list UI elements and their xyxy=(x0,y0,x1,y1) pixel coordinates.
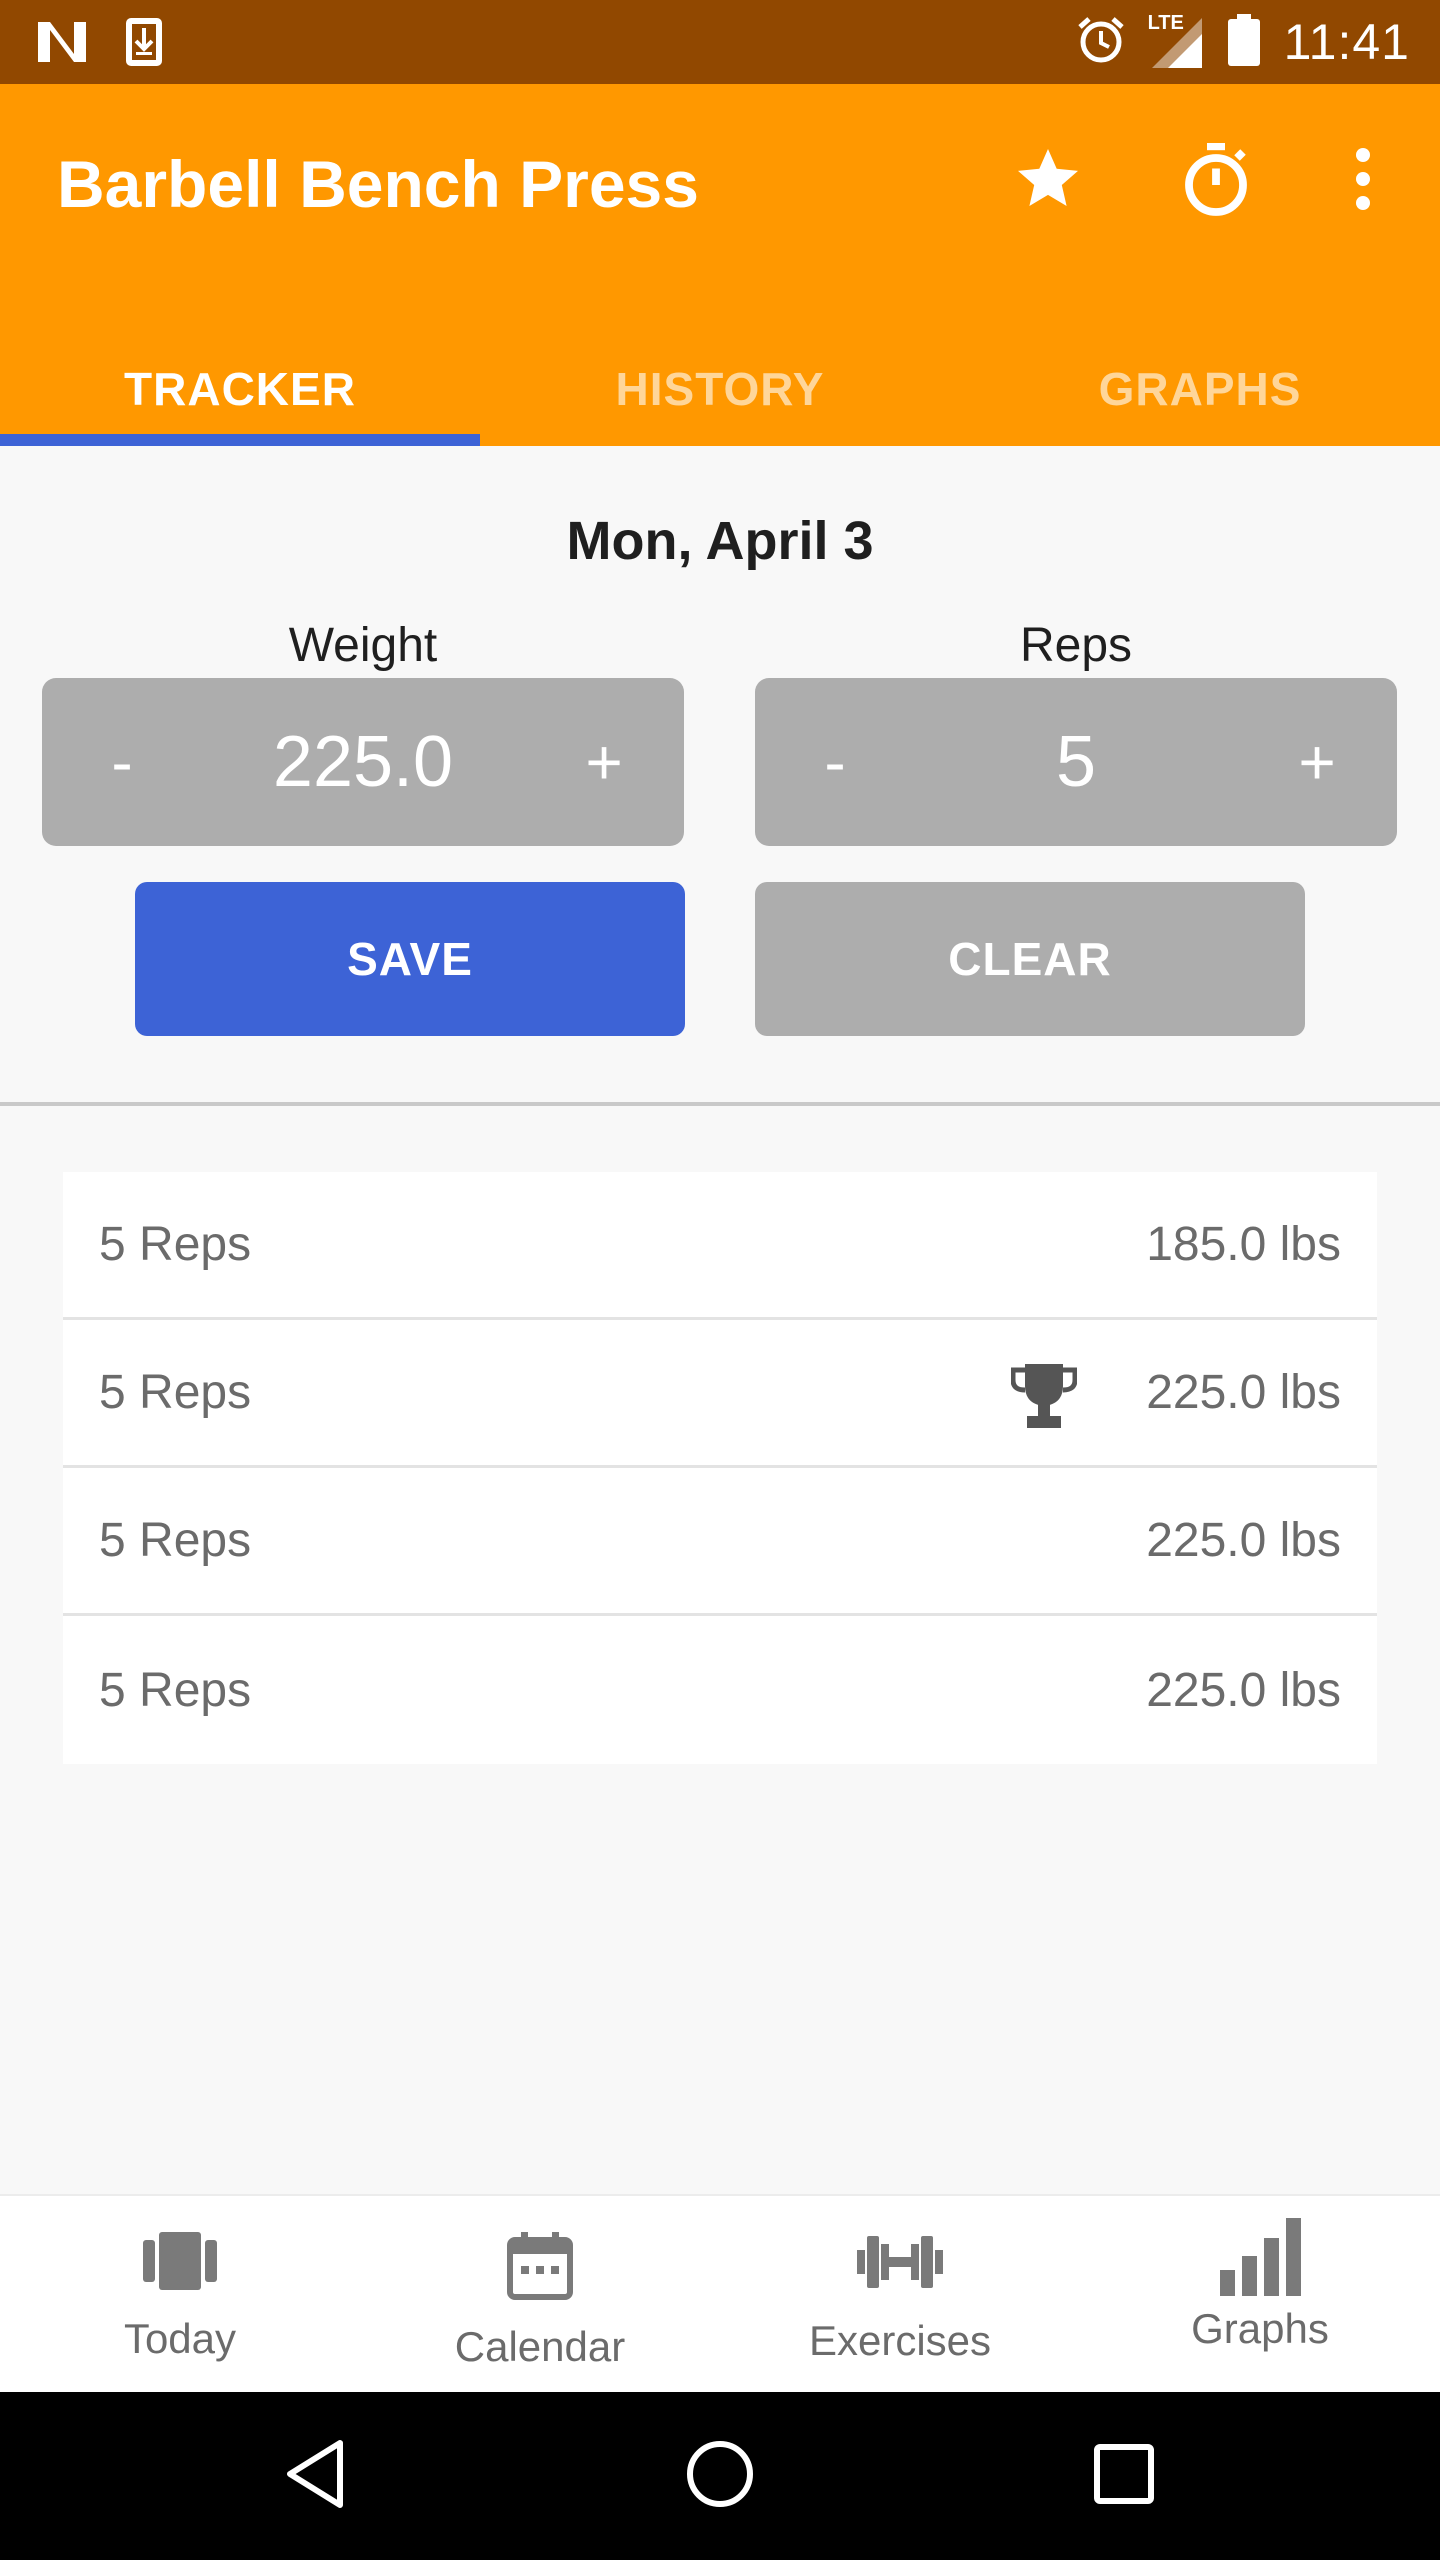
clear-button[interactable]: CLEAR xyxy=(755,882,1305,1036)
set-reps: 5 Reps xyxy=(99,1366,252,1419)
nav-item-calendar[interactable]: Calendar xyxy=(360,2196,720,2392)
nav-item-today[interactable]: Today xyxy=(0,2196,360,2392)
list-item[interactable]: 5 Reps 225.0 lbs xyxy=(63,1468,1377,1616)
tab-history[interactable]: HISTORY xyxy=(480,334,960,446)
more-vert-icon xyxy=(1353,147,1373,216)
recents-icon xyxy=(1093,2443,1155,2510)
save-button[interactable]: SAVE xyxy=(135,882,685,1036)
weight-decrement-button[interactable]: - xyxy=(42,678,202,846)
timer-button[interactable] xyxy=(1171,136,1261,226)
list-item[interactable]: 5 Reps 185.0 lbs xyxy=(63,1172,1377,1320)
set-weight: 225.0 lbs xyxy=(1146,1366,1341,1419)
nav-item-graphs[interactable]: Graphs xyxy=(1080,2196,1440,2392)
bottom-navigation: Today Calendar Exercises Graphs xyxy=(0,2194,1440,2392)
download-icon xyxy=(124,16,164,73)
network-type-label: LTE xyxy=(1147,12,1184,34)
weight-label: Weight xyxy=(288,619,438,672)
more-options-button[interactable] xyxy=(1318,136,1408,226)
reps-increment-button[interactable]: + xyxy=(1237,678,1397,846)
tab-tracker[interactable]: TRACKER xyxy=(0,334,480,446)
weight-stepper: - 225.0 + xyxy=(42,678,684,846)
nav-label: Graphs xyxy=(1191,2305,1329,2352)
home-button[interactable] xyxy=(680,2436,760,2516)
clock: 11:41 xyxy=(1283,14,1410,70)
app-bar: Barbell Bench Press TRACKER HISTORY GRAP… xyxy=(0,84,1440,446)
set-weight: 225.0 lbs xyxy=(1146,1663,1341,1717)
nav-item-exercises[interactable]: Exercises xyxy=(720,2196,1080,2392)
reps-decrement-button[interactable]: - xyxy=(755,678,915,846)
back-button[interactable] xyxy=(276,2436,356,2516)
today-icon xyxy=(143,2230,217,2297)
recents-button[interactable] xyxy=(1084,2436,1164,2516)
reps-stepper: - 5 + xyxy=(755,678,1397,846)
list-item[interactable]: 5 Reps 225.0 lbs xyxy=(63,1320,1377,1468)
list-item[interactable]: 5 Reps 225.0 lbs xyxy=(63,1616,1377,1764)
tab-bar: TRACKER HISTORY GRAPHS xyxy=(0,334,1440,446)
set-weight: 185.0 lbs xyxy=(1146,1218,1341,1271)
tab-graphs[interactable]: GRAPHS xyxy=(960,334,1440,446)
battery-icon xyxy=(1226,12,1262,73)
set-reps: 5 Reps xyxy=(99,1663,252,1717)
trophy-icon xyxy=(1010,1360,1078,1430)
back-icon xyxy=(284,2439,348,2514)
tab-indicator xyxy=(0,434,480,446)
star-icon xyxy=(1012,143,1084,220)
tracker-panel: Mon, April 3 Weight - 225.0 + Reps - 5 +… xyxy=(0,446,1440,1106)
set-weight: 225.0 lbs xyxy=(1146,1514,1341,1567)
nav-label: Today xyxy=(123,2315,237,2362)
sets-list: 5 Reps 185.0 lbs 5 Reps 225.0 lbs 5 Reps… xyxy=(63,1172,1377,1764)
favorite-button[interactable] xyxy=(1003,136,1093,226)
alarm-icon xyxy=(1076,15,1126,70)
weight-input[interactable]: 225.0 xyxy=(202,721,524,803)
signal-icon: LTE xyxy=(1147,12,1204,70)
calendar-icon xyxy=(507,2230,573,2305)
weight-increment-button[interactable]: + xyxy=(524,678,684,846)
netflix-n-icon xyxy=(36,20,88,69)
page-title: Barbell Bench Press xyxy=(57,147,699,221)
bar-chart-icon xyxy=(1218,2218,1302,2303)
system-navigation xyxy=(0,2392,1440,2560)
dumbbell-icon xyxy=(857,2230,943,2299)
set-reps: 5 Reps xyxy=(99,1514,252,1567)
home-icon xyxy=(685,2439,755,2514)
reps-label: Reps xyxy=(1019,619,1133,672)
set-reps: 5 Reps xyxy=(99,1218,252,1271)
status-bar: LTE 11:41 xyxy=(0,0,1440,84)
stopwatch-icon xyxy=(1180,139,1252,224)
nav-label: Calendar xyxy=(454,2323,626,2370)
selected-date[interactable]: Mon, April 3 xyxy=(0,510,1440,572)
reps-input[interactable]: 5 xyxy=(915,721,1237,803)
nav-label: Exercises xyxy=(808,2317,992,2364)
